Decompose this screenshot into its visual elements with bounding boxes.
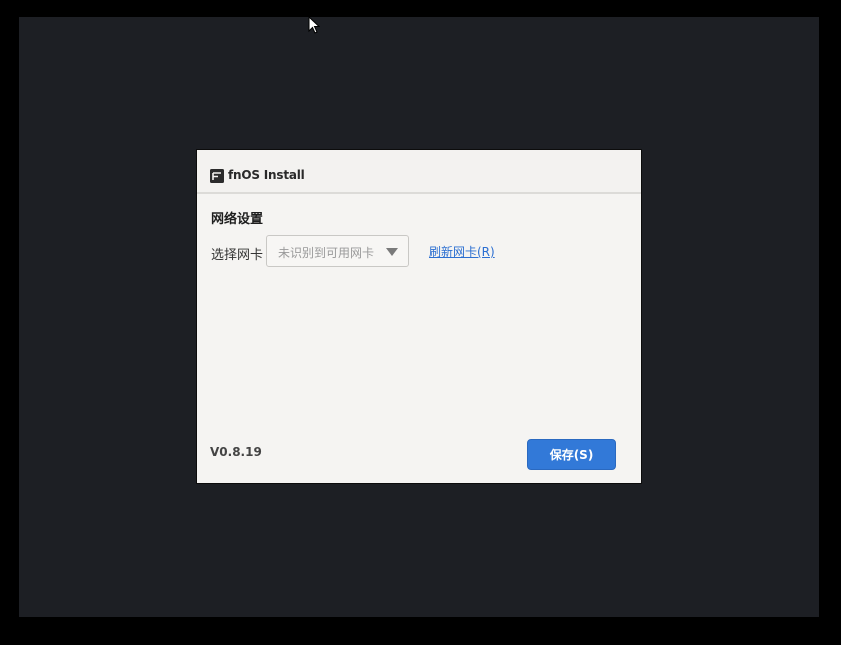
nic-select-value: 未识别到可用网卡 xyxy=(278,246,375,260)
fnos-logo-icon xyxy=(210,169,224,183)
window-title: fnOS Install xyxy=(228,168,305,182)
install-dialog: fnOS Install 网络设置 选择网卡 未识别到可用网卡 刷新网卡(R) … xyxy=(196,149,642,484)
mouse-pointer-icon xyxy=(308,16,320,34)
save-button[interactable]: 保存(S) xyxy=(527,439,616,470)
title-bar: fnOS Install xyxy=(197,150,641,194)
nic-select-label: 选择网卡 xyxy=(211,248,264,263)
section-heading: 网络设置 xyxy=(211,212,264,227)
caret-down-icon xyxy=(386,248,398,256)
nic-select-dropdown[interactable]: 未识别到可用网卡 xyxy=(266,235,409,267)
refresh-nic-link[interactable]: 刷新网卡(R) xyxy=(429,243,495,260)
version-label: V0.8.19 xyxy=(210,445,262,459)
